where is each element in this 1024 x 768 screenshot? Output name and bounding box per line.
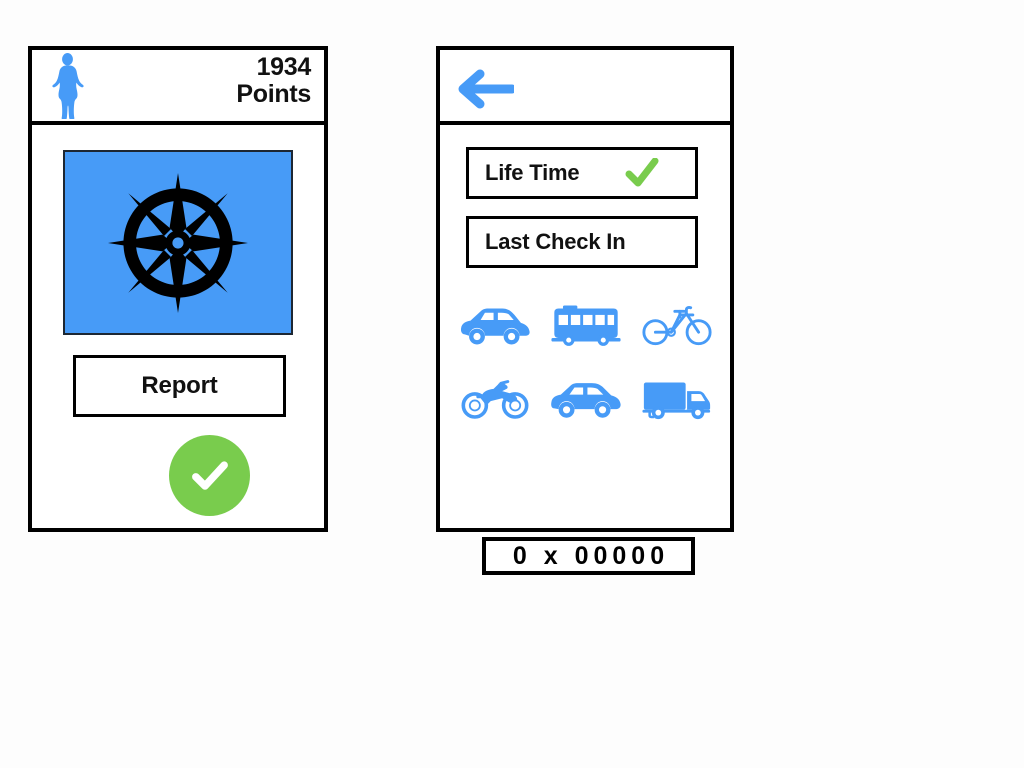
option-life-time-label: Life Time xyxy=(485,160,580,185)
right-screen-body: Life Time Last Check In 0 x 00000 xyxy=(440,125,730,575)
option-last-check-in[interactable]: Last Check In xyxy=(466,216,698,268)
report-button[interactable]: Report xyxy=(73,355,286,417)
left-screen-header: 1934 Points xyxy=(32,50,324,125)
report-button-label: Report xyxy=(141,372,218,399)
compass-rose-icon xyxy=(108,172,248,313)
green-check-icon xyxy=(625,157,659,188)
hatchback-car-icon[interactable] xyxy=(450,288,541,362)
bicycle-icon[interactable] xyxy=(631,288,722,362)
points-and-report-screen: 1934 Points Report xyxy=(28,46,328,532)
vehicle-type-grid xyxy=(450,288,722,436)
vehicle-counter-value: 0 x 00000 xyxy=(512,541,670,570)
right-screen-header xyxy=(440,50,730,125)
sedan-car-icon[interactable] xyxy=(541,362,632,436)
option-last-check-in-label: Last Check In xyxy=(485,229,626,254)
bus-icon[interactable] xyxy=(541,288,632,362)
points-value: 1934 xyxy=(256,53,312,81)
points-display: 1934 Points xyxy=(236,54,311,108)
compass-photo-frame[interactable] xyxy=(63,150,293,335)
points-label: Points xyxy=(236,80,311,108)
motorcycle-icon[interactable] xyxy=(450,362,541,436)
transport-selection-screen: Life Time Last Check In 0 x 00000 xyxy=(436,46,734,575)
vehicle-counter-field[interactable]: 0 x 00000 xyxy=(482,537,695,575)
option-life-time[interactable]: Life Time xyxy=(466,147,698,199)
back-arrow-icon[interactable] xyxy=(454,68,517,110)
green-check-circle-icon[interactable] xyxy=(169,435,250,516)
left-screen-body: Report xyxy=(32,125,324,528)
person-silhouette-icon[interactable] xyxy=(50,53,84,120)
truck-icon[interactable] xyxy=(631,362,722,436)
